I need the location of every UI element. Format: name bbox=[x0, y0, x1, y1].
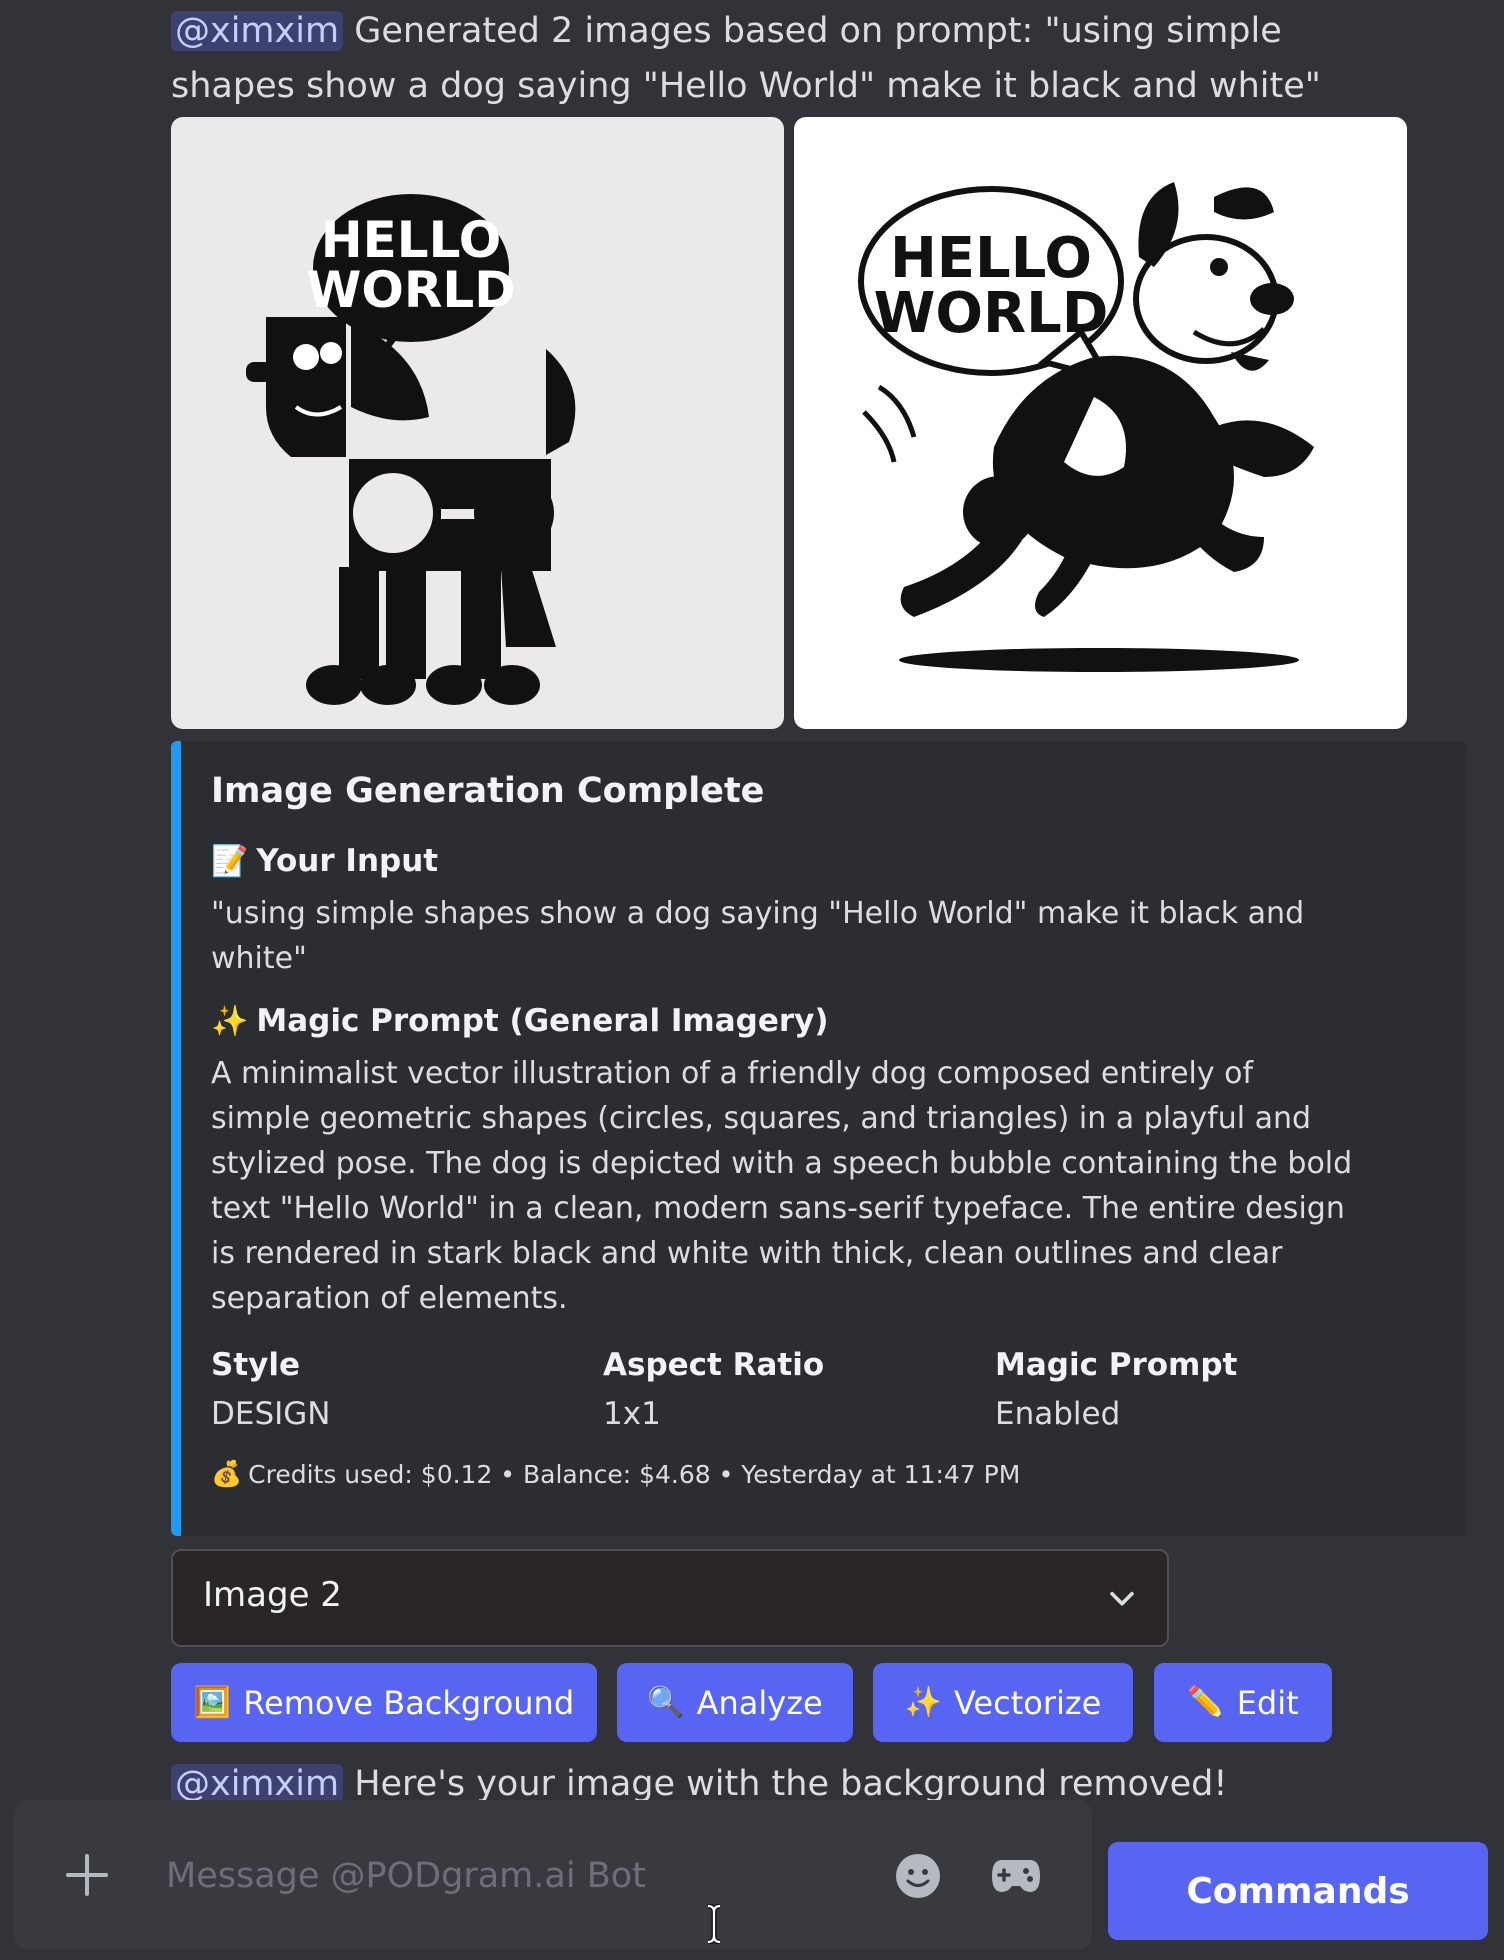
next-message-text: Here's your image with the background re… bbox=[354, 1764, 1228, 1800]
text-cursor-icon bbox=[707, 1904, 721, 1944]
message-text: Generated 2 images based on prompt: "usi… bbox=[171, 11, 1321, 106]
analyze-button[interactable]: 🔍 Analyze bbox=[617, 1663, 853, 1742]
message-composer bbox=[14, 1800, 1092, 1950]
field-aspect-ratio-name: Aspect Ratio bbox=[603, 1347, 825, 1383]
message-input[interactable] bbox=[164, 1840, 868, 1912]
commands-button[interactable]: Commands bbox=[1108, 1842, 1488, 1940]
generated-image-1[interactable]: HELLO WORLD bbox=[171, 117, 784, 729]
generated-image-2[interactable]: HELLO WORLD bbox=[794, 117, 1407, 729]
image-gallery: HELLO WORLD HELLO WORLD bbox=[171, 117, 1407, 729]
gamepad-icon[interactable] bbox=[990, 1852, 1042, 1900]
field-aspect-ratio-value: 1x1 bbox=[603, 1396, 661, 1432]
vectorize-label: Vectorize bbox=[954, 1683, 1102, 1722]
framed-picture-icon: 🖼️ bbox=[193, 1685, 232, 1720]
remove-background-button[interactable]: 🖼️ Remove Background bbox=[171, 1663, 597, 1742]
embed-title: Image Generation Complete bbox=[211, 771, 765, 811]
chevron-down-icon bbox=[1110, 1591, 1134, 1606]
speech-bubble-line2: WORLD bbox=[306, 261, 516, 319]
pencil-icon: ✏️ bbox=[1187, 1685, 1225, 1720]
bot-message: @ximxim Generated 2 images based on prom… bbox=[171, 4, 1411, 114]
image-select-dropdown[interactable]: Image 2 bbox=[171, 1549, 1169, 1647]
money-bag-icon: 💰 bbox=[211, 1459, 243, 1488]
user-mention[interactable]: @ximxim bbox=[171, 11, 344, 51]
field-magic-prompt-value: Enabled bbox=[995, 1396, 1121, 1432]
field-style-value: DESIGN bbox=[211, 1396, 331, 1432]
magic-prompt-label: Magic Prompt (General Imagery) bbox=[256, 1003, 829, 1039]
magic-prompt-heading: ✨ Magic Prompt (General Imagery) bbox=[211, 1003, 829, 1039]
field-magic-prompt-name: Magic Prompt bbox=[995, 1347, 1238, 1383]
your-input-label: Your Input bbox=[256, 843, 439, 879]
sparkles-icon: ✨ bbox=[904, 1685, 942, 1720]
chat-area: @ximxim Generated 2 images based on prom… bbox=[0, 0, 1504, 1800]
embed-card: Image Generation Complete 📝 Your Input "… bbox=[171, 741, 1467, 1536]
edit-button[interactable]: ✏️ Edit bbox=[1154, 1663, 1332, 1742]
edit-label: Edit bbox=[1236, 1683, 1299, 1722]
your-input-value: "using simple shapes show a dog saying "… bbox=[211, 896, 1305, 976]
magnifier-icon: 🔍 bbox=[647, 1685, 685, 1720]
dropdown-selected-value: Image 2 bbox=[203, 1575, 342, 1615]
vectorize-button[interactable]: ✨ Vectorize bbox=[873, 1663, 1133, 1742]
speech-bubble-line2: WORLD bbox=[874, 281, 1109, 346]
embed-footer: 💰 Credits used: $0.12 • Balance: $4.68 •… bbox=[211, 1459, 1020, 1489]
credits-text: Credits used: $0.12 • Balance: $4.68 • Y… bbox=[248, 1459, 1021, 1489]
next-bot-message: @ximxim Here's your image with the backg… bbox=[171, 1757, 1227, 1800]
plus-icon[interactable] bbox=[54, 1842, 120, 1908]
sparkles-icon: ✨ bbox=[211, 1003, 249, 1039]
field-style-name: Style bbox=[211, 1347, 301, 1383]
analyze-label: Analyze bbox=[696, 1683, 823, 1722]
your-input-heading: 📝 Your Input bbox=[211, 843, 438, 879]
memo-icon: 📝 bbox=[211, 843, 249, 879]
emoji-icon[interactable] bbox=[894, 1852, 942, 1900]
user-mention[interactable]: @ximxim bbox=[171, 1764, 344, 1800]
magic-prompt-value: A minimalist vector illustration of a fr… bbox=[211, 1056, 1353, 1316]
remove-background-label: Remove Background bbox=[243, 1683, 575, 1722]
